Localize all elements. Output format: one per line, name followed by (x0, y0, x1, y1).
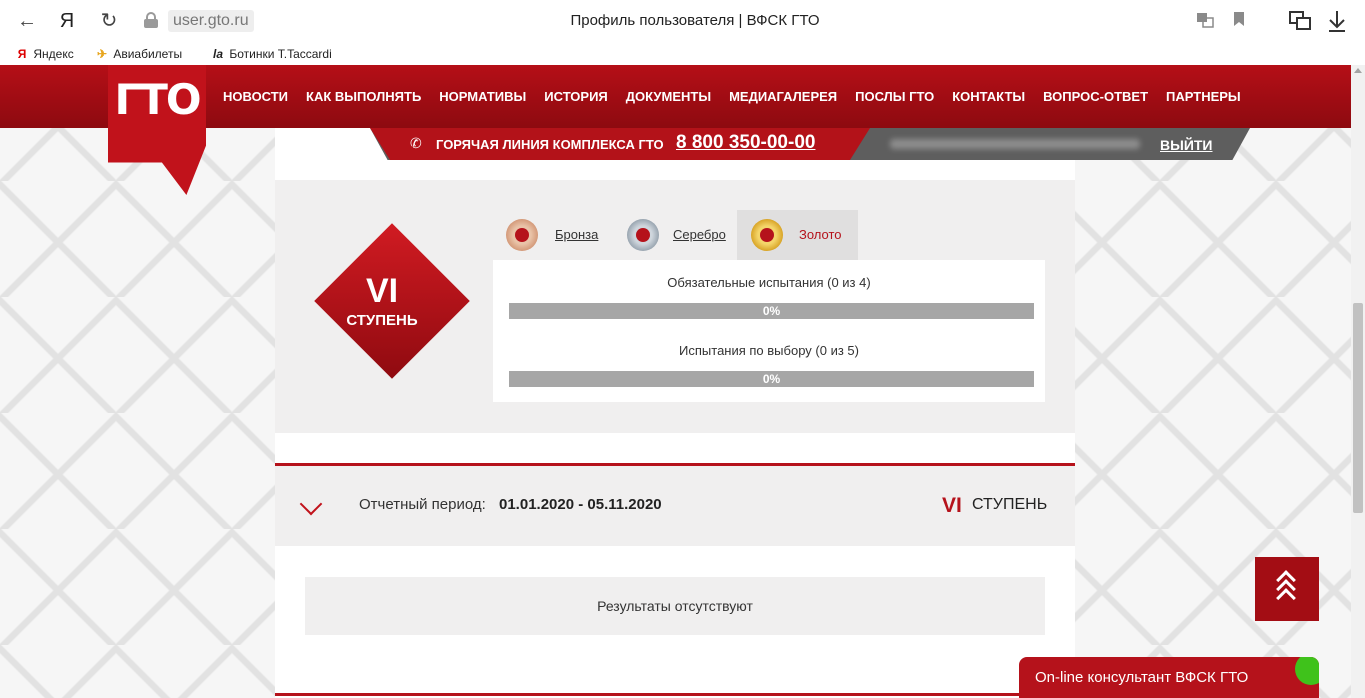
gto-logo-text[interactable]: ГТО (110, 75, 204, 124)
profile-card: VI СТУПЕНЬ Бронза Серебро Золото Обязате… (275, 128, 1075, 698)
translate-icon[interactable] (1196, 11, 1214, 29)
tests-box: Обязательные испытания (0 из 4) 0% Испыт… (493, 260, 1045, 402)
menu-item-faq[interactable]: ВОПРОС-ОТВЕТ (1043, 89, 1148, 105)
scrollbar-thumb[interactable] (1353, 303, 1363, 513)
phone-icon: ✆ (410, 135, 422, 151)
period-level-label: СТУПЕНЬ (972, 496, 1048, 513)
plane-icon: ✈ (96, 47, 108, 61)
period-value: 01.01.2020 - 05.11.2020 (499, 496, 662, 513)
page-scrollbar[interactable] (1351, 65, 1365, 698)
bookmark-avia[interactable]: ✈ Авиабилеты (94, 45, 182, 63)
tab-bronze-label[interactable]: Бронза (555, 227, 598, 242)
silver-medal-icon (627, 219, 659, 251)
online-consultant-button[interactable]: On-line консультант ВФСК ГТО (1019, 657, 1319, 698)
optional-progress-text: 0% (762, 372, 781, 386)
bookmark-yandex[interactable]: Я Яндекс (14, 45, 74, 63)
lamoda-icon: la (212, 47, 223, 61)
user-name-blurred[interactable] (890, 139, 1140, 149)
period-label: Отчетный период: (359, 496, 486, 513)
menu-item-history[interactable]: ИСТОРИЯ (544, 89, 608, 105)
scroll-up-arrow-icon[interactable] (1354, 68, 1362, 73)
hotline-label: ГОРЯЧАЯ ЛИНИЯ КОМПЛЕКСА ГТО (436, 137, 664, 152)
browser-toolbar: ← Я ↻ user.gto.ru Профиль пользователя |… (0, 0, 1365, 42)
download-icon[interactable] (1326, 9, 1348, 33)
hotline-number[interactable]: 8 800 350-00-00 (676, 132, 815, 154)
page-title: Профиль пользователя | ВФСК ГТО (570, 12, 820, 29)
mandatory-progress-text: 0% (762, 304, 781, 318)
menu-item-standards[interactable]: НОРМАТИВЫ (439, 89, 526, 105)
tab-gold[interactable]: Золото (737, 210, 858, 260)
mandatory-tests-label: Обязательные испытания (0 из 4) (667, 275, 871, 290)
bookmark-icon[interactable] (1230, 11, 1248, 29)
bronze-medal-icon (506, 219, 538, 251)
level-label: СТУПЕНЬ (346, 312, 418, 329)
scroll-to-top-button[interactable] (1255, 557, 1319, 621)
empty-results: Результаты отсутствуют (305, 577, 1045, 635)
period-row[interactable]: Отчетный период: 01.01.2020 - 05.11.2020… (275, 463, 1075, 546)
gold-medal-icon (751, 219, 783, 251)
menu-item-how-to[interactable]: КАК ВЫПОЛНЯТЬ (306, 89, 421, 105)
optional-tests-label: Испытания по выбору (0 из 5) (679, 343, 859, 358)
logout-link[interactable]: ВЫЙТИ (1160, 137, 1213, 153)
card-divider (275, 693, 1075, 696)
tab-gold-label[interactable]: Золото (799, 227, 842, 242)
bookmark-boots[interactable]: la Ботинки T.Taccardi (210, 45, 332, 63)
menu-item-ambassadors[interactable]: ПОСЛЫ ГТО (855, 89, 934, 105)
menu-item-contacts[interactable]: КОНТАКТЫ (952, 89, 1025, 105)
level-panel: VI СТУПЕНЬ Бронза Серебро Золото Обязате… (275, 180, 1075, 433)
tab-silver[interactable]: Серебро (618, 210, 737, 260)
online-status-icon (1295, 657, 1319, 685)
level-roman: VI (365, 272, 399, 310)
optional-tests-progress: 0% (509, 371, 1034, 387)
online-consultant-label[interactable]: On-line консультант ВФСК ГТО (1035, 669, 1248, 686)
period-level-roman: VI (942, 494, 962, 517)
mandatory-tests-progress: 0% (509, 303, 1034, 319)
bookmarks-bar: Я Яндекс ✈ Авиабилеты la Ботинки T.Tacca… (0, 42, 1365, 65)
page-viewport: НОВОСТИ КАК ВЫПОЛНЯТЬ НОРМАТИВЫ ИСТОРИЯ … (0, 65, 1351, 698)
tab-bronze[interactable]: Бронза (500, 210, 618, 260)
tab-silver-label[interactable]: Серебро (673, 227, 726, 242)
chevron-down-icon[interactable] (299, 492, 323, 516)
main-menu: НОВОСТИ КАК ВЫПОЛНЯТЬ НОРМАТИВЫ ИСТОРИЯ … (223, 89, 1241, 105)
menu-item-documents[interactable]: ДОКУМЕНТЫ (626, 89, 711, 105)
yandex-icon: Я (17, 47, 27, 61)
menu-item-news[interactable]: НОВОСТИ (223, 89, 288, 105)
menu-item-partners[interactable]: ПАРТНЕРЫ (1166, 89, 1241, 105)
menu-item-media[interactable]: МЕДИАГАЛЕРЕЯ (729, 89, 837, 105)
extension-icon[interactable] (1288, 9, 1312, 33)
